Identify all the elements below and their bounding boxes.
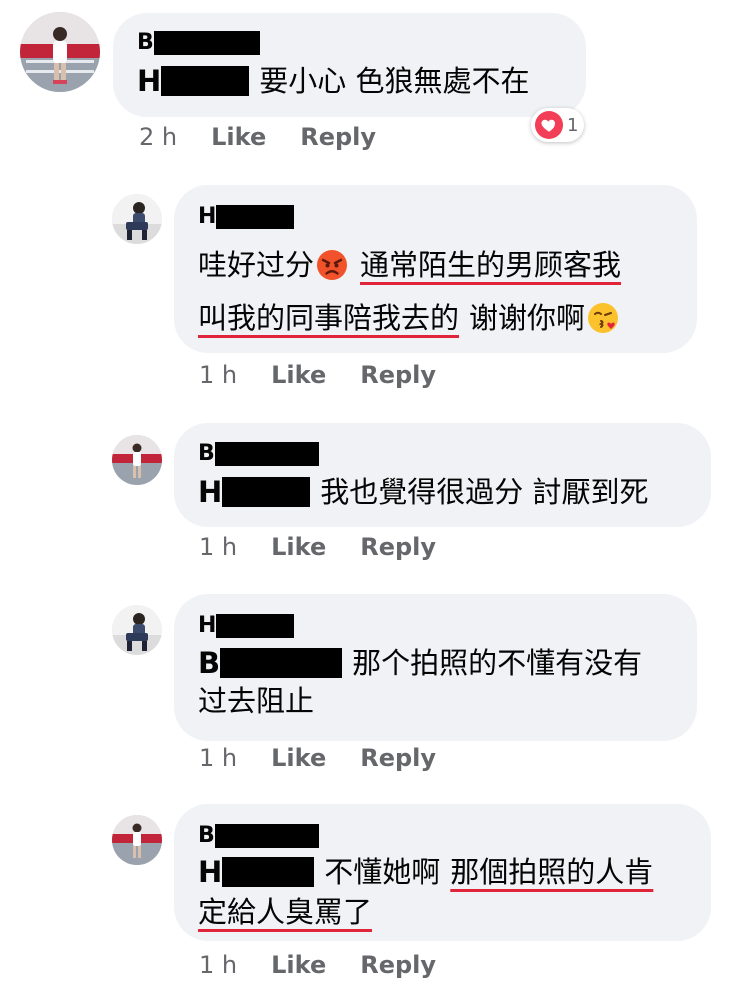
comment-text: 要小心 色狼無處不在: [259, 64, 530, 98]
redacted-author-name: [214, 824, 319, 848]
avatar-b-image: [112, 435, 162, 485]
face-blowing-kiss-emoji: [587, 302, 619, 334]
comment-text: 不懂她啊: [324, 855, 441, 889]
mention-initial[interactable]: H: [198, 473, 222, 511]
comment-2: H 哇好过分 通常陌生的男顾客我 叫我的同事陪我去的 谢谢你啊 1 h Like…: [0, 170, 747, 400]
comment-text: 我也覺得很過分 討厭到死: [320, 475, 649, 509]
reply-button[interactable]: Reply: [360, 361, 436, 389]
avatar-h-image: [112, 605, 162, 655]
mention-initial[interactable]: B: [198, 644, 220, 682]
comment-text: 那个拍照的不懂有没有: [352, 646, 643, 680]
redacted-author-name: [214, 442, 319, 466]
redacted-mention-name: [222, 857, 315, 887]
redacted-author-name: [216, 614, 295, 638]
mention-initial[interactable]: H: [137, 62, 161, 100]
comment-text-line: H 要小心 色狼無處不在: [137, 62, 530, 100]
avatar-b[interactable]: [20, 12, 100, 92]
redacted-author-name: [153, 31, 260, 55]
avatar-h[interactable]: [112, 605, 162, 655]
comment-text-line-1: B 那个拍照的不懂有没有: [198, 644, 642, 682]
comment-author[interactable]: B: [198, 441, 319, 467]
comment-4: H B 那个拍照的不懂有没有 过去阻止 1 h Like Reply: [0, 585, 747, 775]
comment-actions: 2 h Like Reply: [139, 123, 410, 151]
author-initial: B: [198, 823, 215, 848]
angry-face-emoji: [316, 249, 348, 281]
comment-3: B H 我也覺得很過分 討厭到死 1 h Like Reply: [0, 415, 747, 565]
like-button[interactable]: Like: [271, 951, 326, 979]
comment-text-line-1: 哇好过分 通常陌生的男顾客我: [198, 246, 621, 284]
reply-button[interactable]: Reply: [360, 744, 436, 772]
comment-text-highlighted: 定給人臭罵了: [198, 895, 373, 929]
author-initial: H: [198, 204, 217, 229]
like-button[interactable]: Like: [271, 533, 326, 561]
comment-author[interactable]: B: [137, 30, 260, 56]
like-button[interactable]: Like: [271, 361, 326, 389]
like-button[interactable]: Like: [271, 744, 326, 772]
comment-time[interactable]: 2 h: [139, 123, 177, 151]
reaction-badge[interactable]: 1: [531, 108, 585, 142]
redacted-author-name: [216, 205, 295, 229]
comment-actions: 1 h Like Reply: [199, 533, 470, 561]
comment-text-highlighted: 通常陌生的男顾客我: [360, 248, 622, 282]
reaction-count: 1: [567, 114, 579, 136]
reply-button[interactable]: Reply: [360, 951, 436, 979]
redacted-mention-name: [220, 648, 343, 678]
redacted-mention-name: [161, 66, 250, 96]
like-button[interactable]: Like: [211, 123, 266, 151]
avatar-h[interactable]: [112, 194, 162, 244]
comment-text-line-2: 定給人臭罵了: [198, 893, 372, 931]
comment-text-line: H 我也覺得很過分 討厭到死: [198, 473, 649, 511]
comment-text: 谢谢你啊: [469, 301, 586, 335]
comment-text-line-1: H 不懂她啊 那個拍照的人肯: [198, 853, 653, 891]
mention-initial[interactable]: H: [198, 853, 222, 891]
reply-button[interactable]: Reply: [300, 123, 376, 151]
comment-actions: 1 h Like Reply: [199, 951, 470, 979]
avatar-b-image: [112, 815, 162, 865]
author-initial: B: [198, 441, 215, 466]
author-initial: B: [137, 30, 154, 55]
comment-text-line-2: 过去阻止: [198, 682, 314, 720]
comment-time[interactable]: 1 h: [199, 744, 237, 772]
comment-text: 哇好过分: [198, 248, 315, 282]
heart-icon: [535, 111, 563, 139]
avatar-b-image: [20, 12, 100, 92]
comment-text-highlighted: 那個拍照的人肯: [450, 855, 654, 889]
comment-5: B H 不懂她啊 那個拍照的人肯 定給人臭罵了 1 h Like Reply: [0, 795, 747, 991]
avatar-b[interactable]: [112, 435, 162, 485]
author-initial: H: [198, 613, 217, 638]
redacted-mention-name: [222, 477, 311, 507]
comment-time[interactable]: 1 h: [199, 951, 237, 979]
comment-1: B H 要小心 色狼無處不在 1 2 h Like Reply: [0, 0, 747, 160]
comment-author[interactable]: H: [198, 204, 295, 230]
comment-author[interactable]: H: [198, 613, 295, 639]
avatar-b[interactable]: [112, 815, 162, 865]
comment-text: 过去阻止: [198, 684, 315, 718]
comment-time[interactable]: 1 h: [199, 361, 237, 389]
comment-author[interactable]: B: [198, 823, 319, 849]
comment-text-line-2: 叫我的同事陪我去的 谢谢你啊: [198, 299, 621, 337]
comment-actions: 1 h Like Reply: [199, 361, 470, 389]
avatar-h-image: [112, 194, 162, 244]
comment-text-highlighted: 叫我的同事陪我去的: [198, 301, 460, 335]
comment-time[interactable]: 1 h: [199, 533, 237, 561]
reply-button[interactable]: Reply: [360, 533, 436, 561]
comment-actions: 1 h Like Reply: [199, 744, 470, 772]
